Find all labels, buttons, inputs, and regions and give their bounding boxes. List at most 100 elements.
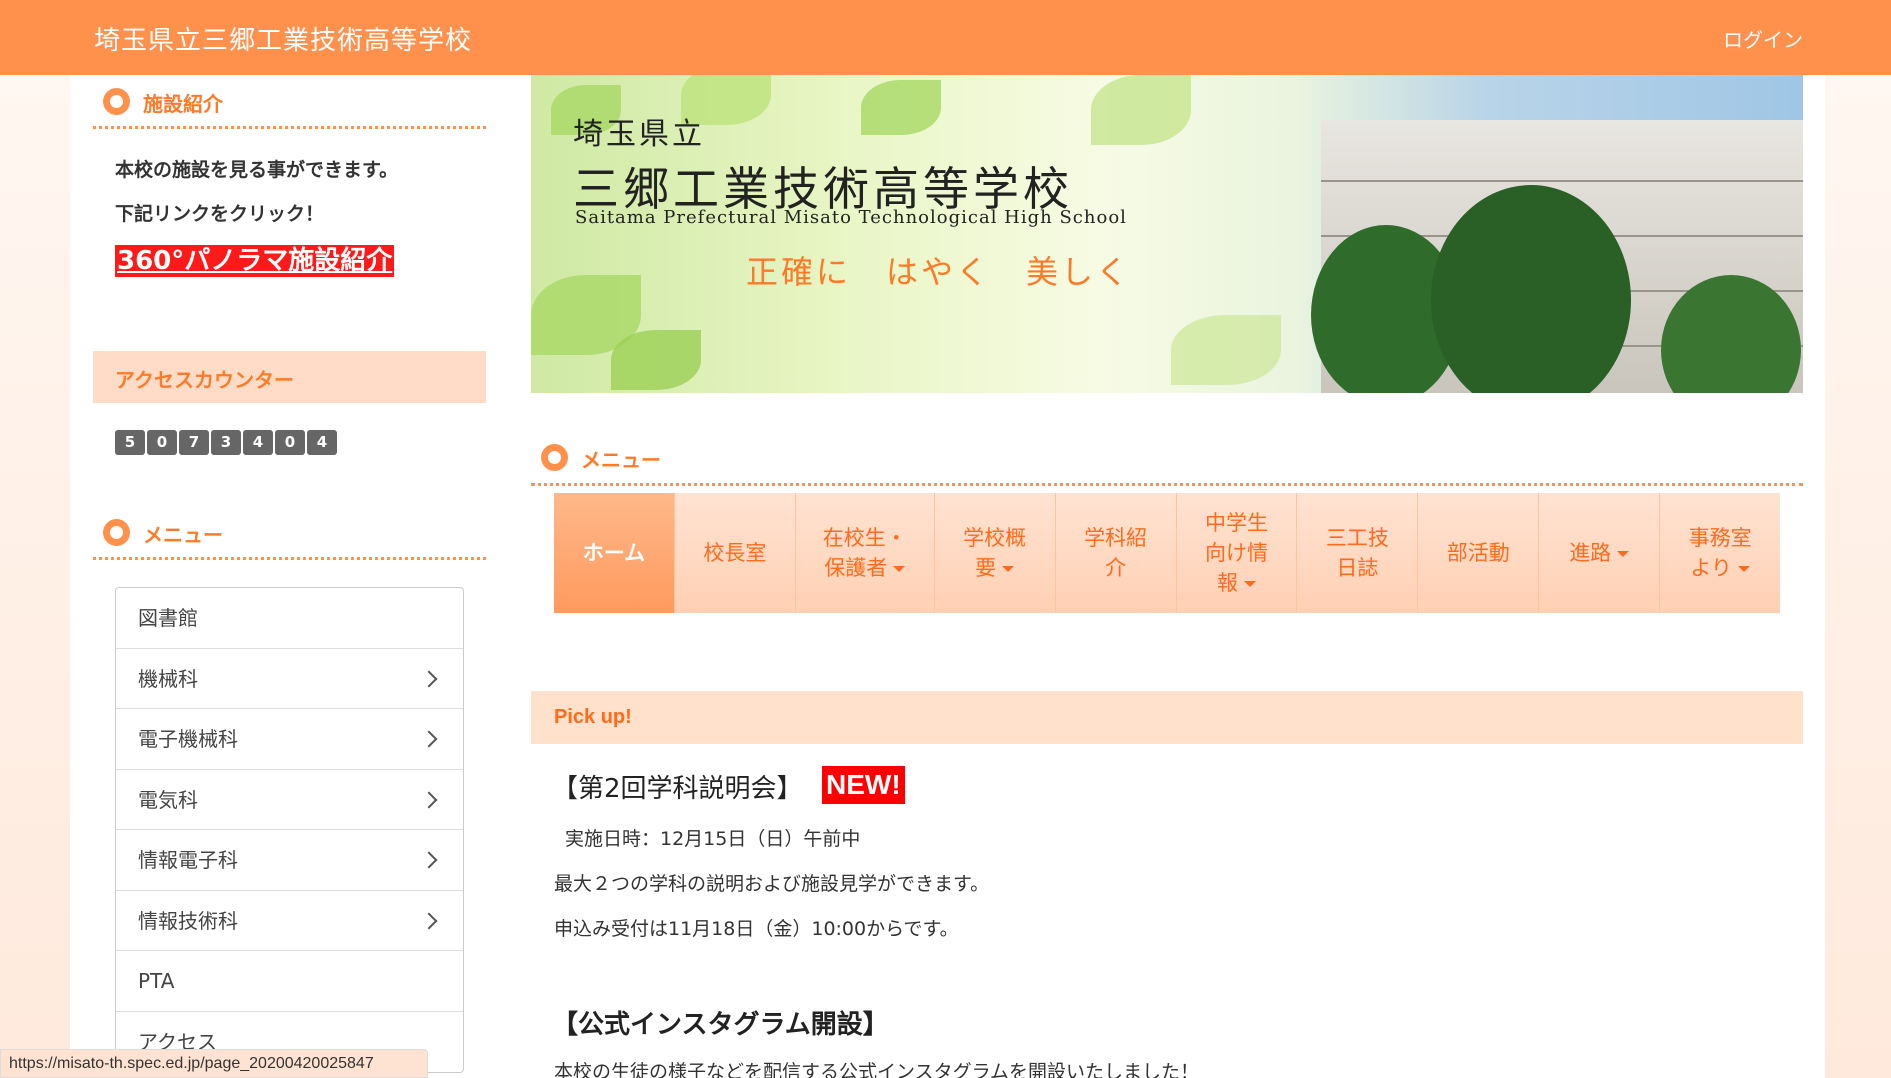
pickup-header: Pick up! [531,691,1803,744]
main-navigation: ホーム 校長室 在校生・ 保護者 学校概 要 学科紹 介 中学生 向け情 報 三… [554,493,1780,613]
nav-label-line2: 要 [975,556,997,580]
sidebar-item-label: 機械科 [138,666,198,691]
sidebar-menu-heading-text: メニュー [143,523,223,547]
nav-label-line1: 在校生・ [822,526,907,550]
site-title[interactable]: 埼玉県立三郷工業技術高等学校 [94,20,472,57]
browser-status-url: https://misato-th.spec.ed.jp/page_202004… [0,1049,428,1078]
sidebar-item-electrical[interactable]: 電気科 [116,770,463,830]
left-sidebar: 施設紹介 本校の施設を見る事ができます。 下記リンクをクリック！ 360°パノラ… [93,75,486,1073]
caret-down-icon [1002,566,1015,572]
nav-label-line3: 報 [1216,571,1238,595]
leaf-decoration [1091,75,1191,145]
sidebar-item-information-electronics[interactable]: 情報電子科 [116,830,463,891]
caret-down-icon [893,566,906,572]
ring-bullet-icon [541,444,568,471]
nav-club-activities[interactable]: 部活動 [1418,493,1540,613]
nav-departments[interactable]: 学科紹 介 [1056,493,1177,613]
nav-label-line1: 中学生 [1204,511,1268,535]
login-link[interactable]: ログイン [1723,24,1803,53]
sidebar-item-label: 図書館 [138,606,198,630]
top-header-bar: 埼玉県立三郷工業技術高等学校 ログイン [0,0,1891,75]
main-menu-heading: メニュー [531,428,1803,486]
chevron-right-icon [420,851,438,869]
leaf-decoration [611,330,701,390]
nav-career[interactable]: 進路 [1539,493,1661,613]
banner-motto: 正確に はやく 美しく [746,253,1132,291]
nav-label-line2: 介 [1105,556,1127,580]
sidebar-item-pta[interactable]: PTA [116,951,463,1012]
chevron-right-icon [420,791,438,808]
nav-label: ホーム [582,541,646,565]
facility-heading-text: 施設紹介 [143,92,223,116]
pickup-title: Pick up! [554,706,632,728]
nav-label-line1: 事務室 [1688,526,1752,550]
main-menu-heading-text: メニュー [581,448,661,472]
nav-principal[interactable]: 校長室 [675,493,796,613]
access-counter-header: アクセスカウンター [93,351,486,403]
counter-digit: 4 [307,430,337,455]
counter-digit: 0 [147,430,177,455]
nav-label: 進路 [1569,541,1612,565]
sidebar-item-mechanical[interactable]: 機械科 [116,649,463,709]
sidebar-item-label: 電気科 [138,787,198,812]
article-body-line: 申込み受付は11月18日（金）10:00からです。 [554,918,959,940]
article-heading-instagram: 【公式インスタグラム開設】 [552,1010,889,1040]
ring-bullet-icon [103,519,130,546]
counter-digit: 7 [179,430,209,455]
banner-english-name: Saitama Prefectural Misato Technological… [575,207,1127,228]
sidebar-menu-heading: メニュー [93,506,486,560]
chevron-right-icon [420,730,438,748]
nav-label-line1: 三工技 [1325,526,1389,550]
nav-label: 校長室 [703,541,767,565]
article-body-line: 本校の生徒の様子などを配信する公式インスタグラムを開設いたしました！ [554,1061,1200,1078]
nav-students-parents[interactable]: 在校生・ 保護者 [796,493,935,613]
counter-digit: 3 [211,430,241,455]
nav-home[interactable]: ホーム [554,493,675,613]
nav-junior-high-info[interactable]: 中学生 向け情 報 [1177,493,1298,613]
counter-digit: 5 [115,430,145,455]
page-background-left [0,75,70,1078]
nav-label-line1: 学科紹 [1084,526,1148,550]
ring-bullet-icon [103,88,130,115]
nav-label-line2: 向け情 [1204,541,1268,565]
sidebar-item-label: 情報電子科 [138,848,238,872]
nav-label-line2: より [1690,556,1732,580]
sidebar-item-mechatronics[interactable]: 電子機械科 [116,709,463,770]
caret-down-icon [1617,551,1630,557]
nav-school-diary[interactable]: 三工技 日誌 [1297,493,1419,613]
nav-school-overview[interactable]: 学校概 要 [935,493,1056,613]
nav-label: 部活動 [1446,541,1510,565]
facility-section-heading: 施設紹介 [93,75,486,129]
banner-prefecture-text: 埼玉県立 [573,117,705,152]
new-badge: NEW! [822,766,905,804]
panorama-facility-link[interactable]: 360°パノラマ施設紹介 [115,245,395,277]
school-banner-image: 埼玉県立 三郷工業技術高等学校 Saitama Prefectural Misa… [531,75,1803,393]
access-counter-title: アクセスカウンター [115,368,294,392]
chevron-right-icon [420,670,438,687]
sidebar-item-information-technology[interactable]: 情報技術科 [116,891,463,951]
caret-down-icon [1243,581,1256,587]
sidebar-item-label: 電子機械科 [138,727,238,751]
sidebar-item-library[interactable]: 図書館 [116,588,463,649]
access-counter-digits: 5 0 7 3 4 0 4 [115,430,337,455]
chevron-right-icon [420,912,438,929]
counter-digit: 4 [243,430,273,455]
sidebar-menu-list: 図書館 機械科 電子機械科 電気科 情報電子科 情報技術科 PTA アクセス [115,587,464,1073]
nav-label-line2: 保護者 [824,556,888,580]
article-heading-briefing: 【第2回学科説明会】 [552,774,803,804]
sidebar-item-label: PTA [138,969,175,993]
building-floor-line [1321,180,1803,182]
article-body-line: 最大２つの学科の説明および施設見学ができます。 [554,873,990,895]
counter-digit: 0 [275,430,305,455]
facility-description-line2: 下記リンクをクリック！ [115,203,325,225]
caret-down-icon [1737,566,1750,572]
leaf-decoration [1171,315,1281,385]
facility-description-line1: 本校の施設を見る事ができます。 [115,159,399,181]
nav-office[interactable]: 事務室 より [1660,493,1780,613]
sidebar-item-label: 情報技術科 [138,908,238,933]
page-background-right [1825,75,1891,1078]
nav-label-line1: 学校概 [963,526,1027,550]
article-date-text: 実施日時：12月15日（日）午前中 [565,828,861,850]
leaf-decoration [861,80,941,135]
nav-label-line2: 日誌 [1336,556,1379,580]
